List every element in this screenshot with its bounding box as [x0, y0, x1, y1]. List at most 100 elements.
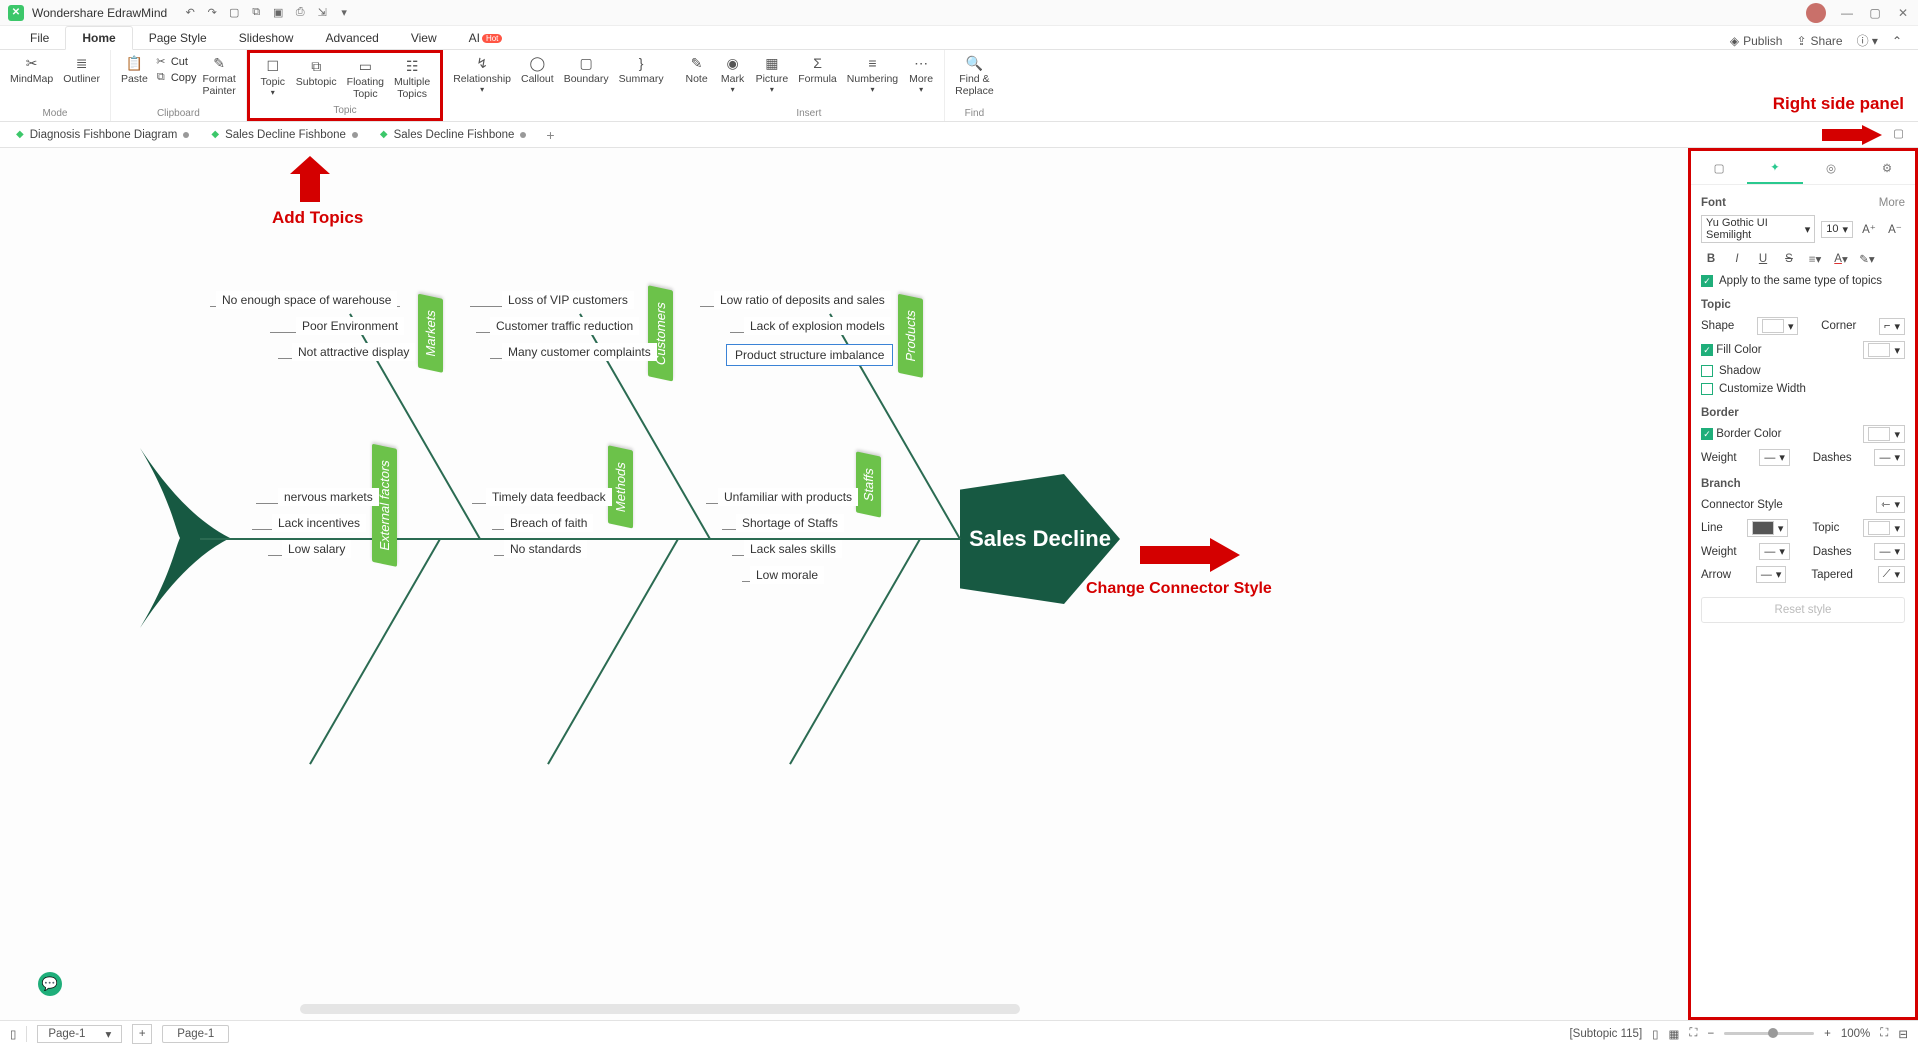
strike-icon[interactable]: S	[1779, 249, 1799, 269]
numbering-button[interactable]: ≡Numbering▾	[843, 52, 902, 96]
find-replace-button[interactable]: 🔍Find & Replace	[951, 52, 998, 99]
callout-button[interactable]: ◯Callout	[517, 52, 558, 87]
branch-topic-select[interactable]: ▾	[1863, 519, 1905, 537]
more-button[interactable]: ⋯More▾	[904, 52, 938, 96]
branch-tapered-select[interactable]: ⟋▾	[1878, 566, 1905, 583]
formula-button[interactable]: ΣFormula	[794, 52, 841, 87]
branch-dashes-select[interactable]: —▾	[1874, 543, 1905, 560]
panel-tab-layout[interactable]: ▢	[1691, 151, 1747, 184]
connector-style-select[interactable]: ⇽▾	[1876, 496, 1905, 513]
fullscreen-icon[interactable]: ⛶	[1880, 1027, 1888, 1040]
export-icon[interactable]: ⇲	[315, 6, 329, 20]
menu-home[interactable]: Home	[65, 26, 132, 50]
share-button[interactable]: ⇪ Share	[1796, 34, 1842, 48]
border-color-checkbox[interactable]: ✓	[1701, 428, 1713, 440]
doc-tab-3[interactable]: ◆Sales Decline Fishbone	[370, 125, 537, 145]
subtopic[interactable]: Lack sales skills	[744, 540, 842, 558]
font-family-select[interactable]: Yu Gothic UI Semilight▾	[1701, 215, 1815, 243]
border-dashes-select[interactable]: —▾	[1874, 449, 1905, 466]
panel-tab-tag[interactable]: ◎	[1803, 151, 1859, 184]
view-mode-2-icon[interactable]: ▦	[1669, 1027, 1680, 1041]
bone-label-markets[interactable]: Markets	[418, 293, 443, 373]
picture-button[interactable]: ▦Picture▾	[752, 52, 793, 96]
subtopic[interactable]: Shortage of Staffs	[736, 514, 844, 532]
subtopic[interactable]: Timely data feedback	[486, 488, 612, 506]
subtopic[interactable]: Many customer complaints	[502, 343, 657, 361]
publish-button[interactable]: ◈ Publish	[1730, 34, 1783, 48]
subtopic[interactable]: Lack of explosion models	[744, 317, 891, 335]
summary-button[interactable]: }Summary	[615, 52, 668, 87]
doc-tab-2[interactable]: ◆Sales Decline Fishbone	[201, 125, 368, 145]
collapse-ribbon-icon[interactable]: ⌃	[1892, 34, 1902, 48]
decrease-font-icon[interactable]: A⁻	[1885, 219, 1905, 239]
cut-button[interactable]: ✂Cut	[154, 54, 197, 69]
subtopic[interactable]: No standards	[504, 540, 587, 558]
fill-color-checkbox[interactable]: ✓	[1701, 344, 1713, 356]
subtopic[interactable]: Low salary	[282, 540, 351, 558]
outliner-button[interactable]: ≣Outliner	[59, 52, 104, 87]
relationship-button[interactable]: ↯Relationship▾	[449, 52, 515, 96]
subtopic[interactable]: Lack incentives	[272, 514, 366, 532]
subtopic[interactable]: Unfamiliar with products	[718, 488, 858, 506]
menu-advanced[interactable]: Advanced	[309, 27, 394, 49]
bone-label-products[interactable]: Products	[898, 293, 923, 378]
corner-select[interactable]: ⌐▾	[1879, 318, 1905, 335]
subtopic-selected[interactable]: Product structure imbalance	[726, 344, 893, 366]
highlight-icon[interactable]: ✎▾	[1857, 249, 1877, 269]
multiple-topics-button[interactable]: ☷Multiple Topics	[390, 55, 434, 102]
branch-line-select[interactable]: ▾	[1747, 519, 1789, 537]
mindmap-button[interactable]: ✂MindMap	[6, 52, 57, 87]
subtopic[interactable]: Loss of VIP customers	[502, 291, 634, 309]
note-button[interactable]: ✎Note	[680, 52, 714, 87]
outline-view-icon[interactable]: ▯	[10, 1027, 16, 1041]
font-size-select[interactable]: 10▾	[1821, 221, 1853, 238]
user-avatar[interactable]	[1806, 3, 1826, 23]
canvas[interactable]: Add Topics Sales Decline Markets No enou…	[0, 148, 1688, 1020]
add-page-button[interactable]: +	[132, 1024, 152, 1044]
new-icon[interactable]: ▢	[227, 6, 241, 20]
fit-page-icon[interactable]: ⛶	[1689, 1027, 1697, 1040]
italic-icon[interactable]: I	[1727, 249, 1747, 269]
topic-button[interactable]: ☐Topic▾	[256, 55, 290, 99]
zoom-slider[interactable]	[1724, 1032, 1814, 1035]
subtopic[interactable]: Customer traffic reduction	[490, 317, 639, 335]
panel-tab-settings[interactable]: ⚙	[1859, 151, 1915, 184]
add-tab-button[interactable]: +	[538, 125, 562, 145]
save-icon[interactable]: ▣	[271, 6, 285, 20]
font-color-icon[interactable]: A▾	[1831, 249, 1851, 269]
panel-tab-style[interactable]: ✦	[1747, 151, 1803, 184]
maximize-icon[interactable]: ▢	[1868, 6, 1882, 20]
bone-label-staffs[interactable]: Staffs	[856, 451, 881, 517]
boundary-button[interactable]: ▢Boundary	[560, 52, 613, 87]
fill-color-select[interactable]: ▾	[1863, 341, 1905, 359]
menu-slideshow[interactable]: Slideshow	[223, 27, 310, 49]
subtopic[interactable]: Not attractive display	[292, 343, 415, 361]
copy-button[interactable]: ⧉Copy	[154, 70, 197, 85]
zoom-out-icon[interactable]: −	[1707, 1028, 1714, 1040]
underline-icon[interactable]: U	[1753, 249, 1773, 269]
qat-more-icon[interactable]: ▾	[337, 6, 351, 20]
align-icon[interactable]: ≡▾	[1805, 249, 1825, 269]
toggle-panel-icon[interactable]: ▢	[1893, 126, 1904, 140]
doc-tab-1[interactable]: ◆Diagnosis Fishbone Diagram	[6, 125, 199, 145]
paste-button[interactable]: 📋Paste	[117, 52, 152, 87]
custom-width-checkbox[interactable]	[1701, 383, 1713, 395]
help-icon[interactable]: ⓘ ▾	[1857, 32, 1878, 49]
subtopic[interactable]: Poor Environment	[296, 317, 404, 335]
view-mode-1-icon[interactable]: ▯	[1652, 1027, 1658, 1041]
branch-weight-select[interactable]: —▾	[1759, 543, 1790, 560]
bone-label-methods[interactable]: Methods	[608, 445, 633, 528]
increase-font-icon[interactable]: A⁺	[1859, 219, 1879, 239]
open-icon[interactable]: ⧉	[249, 6, 263, 20]
subtopic-button[interactable]: ⧉Subtopic	[292, 55, 341, 90]
subtopic[interactable]: Low morale	[750, 566, 824, 584]
close-icon[interactable]: ✕	[1896, 6, 1910, 20]
subtopic[interactable]: Breach of faith	[504, 514, 593, 532]
page-select[interactable]: Page-1▾	[37, 1025, 122, 1043]
collapse-status-icon[interactable]: ⊟	[1898, 1027, 1908, 1041]
border-weight-select[interactable]: —▾	[1759, 449, 1790, 466]
bone-label-customers[interactable]: Customers	[648, 285, 673, 381]
branch-arrow-select[interactable]: —▾	[1756, 566, 1787, 583]
redo-icon[interactable]: ↷	[205, 6, 219, 20]
font-more-link[interactable]: More	[1879, 197, 1905, 209]
